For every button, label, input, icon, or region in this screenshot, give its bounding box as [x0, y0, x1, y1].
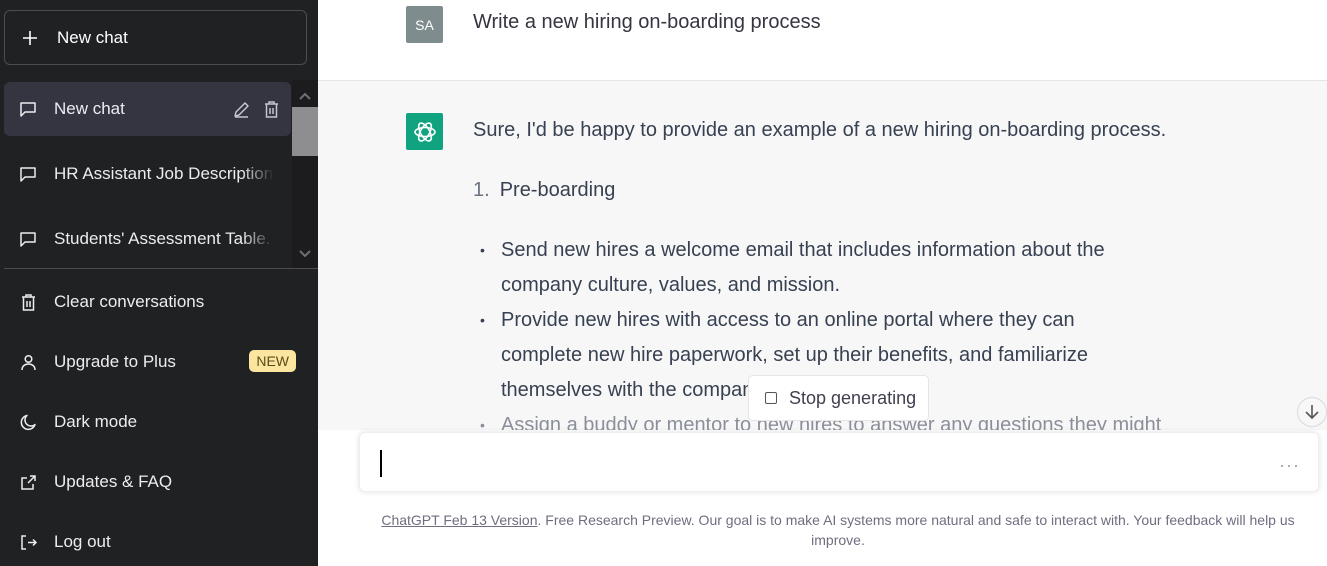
- chatgpt-logo-icon: [406, 113, 443, 150]
- input-area: ··· ChatGPT Feb 13 Version. Free Researc…: [318, 430, 1327, 566]
- message-input[interactable]: ···: [359, 432, 1319, 492]
- stop-generating-label: Stop generating: [789, 387, 917, 408]
- menu-label: Dark mode: [54, 412, 138, 431]
- sidebar: New chat New chat HR Assistant Job Descr…: [0, 0, 318, 566]
- history-item-new-chat[interactable]: New chat: [4, 82, 291, 136]
- main-chat-area: SA Write a new hiring on-boarding proces…: [318, 0, 1327, 566]
- new-badge: NEW: [249, 350, 296, 372]
- plus-icon: [23, 30, 37, 45]
- upgrade-to-plus-button[interactable]: Upgrade to Plus NEW: [4, 337, 304, 387]
- user-icon: [18, 352, 38, 372]
- updates-faq-link[interactable]: Updates & FAQ: [4, 457, 304, 507]
- menu-label: Clear conversations: [54, 292, 205, 311]
- logout-icon: [18, 532, 38, 552]
- trash-icon: [18, 292, 38, 312]
- stop-icon: [765, 392, 777, 404]
- history-scrollbar[interactable]: [292, 80, 318, 268]
- footer-note-text: . Free Research Preview. Our goal is to …: [537, 512, 1295, 548]
- menu-label: Log out: [54, 532, 111, 551]
- history-item-students-assessment[interactable]: Students' Assessment Table.: [4, 212, 291, 266]
- trash-icon[interactable]: [261, 99, 281, 119]
- chat-bubble-icon: [18, 164, 38, 184]
- assistant-intro-text: Sure, I'd be happy to provide an example…: [473, 119, 1167, 141]
- more-options-icon[interactable]: ···: [1279, 455, 1300, 476]
- bullet-item: • Send new hires a welcome email that in…: [480, 239, 1105, 296]
- scroll-up-arrow-icon[interactable]: [292, 84, 318, 108]
- clear-conversations-button[interactable]: Clear conversations: [4, 277, 304, 327]
- new-chat-label: New chat: [57, 27, 128, 47]
- scroll-thumb[interactable]: [292, 107, 318, 156]
- menu-label: Updates & FAQ: [54, 472, 173, 491]
- edit-icon[interactable]: [231, 99, 251, 119]
- sidebar-divider: [4, 268, 318, 269]
- log-out-button[interactable]: Log out: [4, 517, 304, 566]
- moon-icon: [18, 412, 38, 432]
- history-item-label: HR Assistant Job Description: [54, 164, 274, 183]
- footer-disclaimer: ChatGPT Feb 13 Version. Free Research Pr…: [358, 510, 1318, 550]
- chat-bubble-icon: [18, 99, 38, 119]
- list-item-heading: 1. Pre-boarding: [473, 179, 615, 202]
- history-item-hr-assistant[interactable]: HR Assistant Job Description: [4, 147, 291, 201]
- history-item-label: Students' Assessment Table.: [54, 229, 271, 248]
- list-number: 1.: [473, 179, 490, 201]
- menu-label: Upgrade to Plus: [54, 352, 176, 371]
- history-item-label: New chat: [54, 99, 125, 118]
- scroll-down-arrow-icon[interactable]: [292, 242, 318, 266]
- arrow-down-icon: [1305, 405, 1319, 420]
- list-title: Pre-boarding: [499, 179, 616, 201]
- dark-mode-button[interactable]: Dark mode: [4, 397, 304, 447]
- chat-history: New chat HR Assistant Job Description St…: [0, 80, 318, 268]
- version-link[interactable]: ChatGPT Feb 13 Version: [381, 512, 537, 528]
- user-message: SA Write a new hiring on-boarding proces…: [318, 0, 1327, 81]
- user-avatar: SA: [406, 6, 443, 43]
- scroll-to-bottom-button[interactable]: [1297, 397, 1327, 427]
- user-message-text: Write a new hiring on-boarding process: [473, 11, 821, 33]
- chat-bubble-icon: [18, 229, 38, 249]
- external-link-icon: [18, 472, 38, 492]
- new-chat-button[interactable]: New chat: [4, 10, 307, 65]
- text-caret: [380, 450, 382, 477]
- stop-generating-button[interactable]: Stop generating: [748, 375, 929, 421]
